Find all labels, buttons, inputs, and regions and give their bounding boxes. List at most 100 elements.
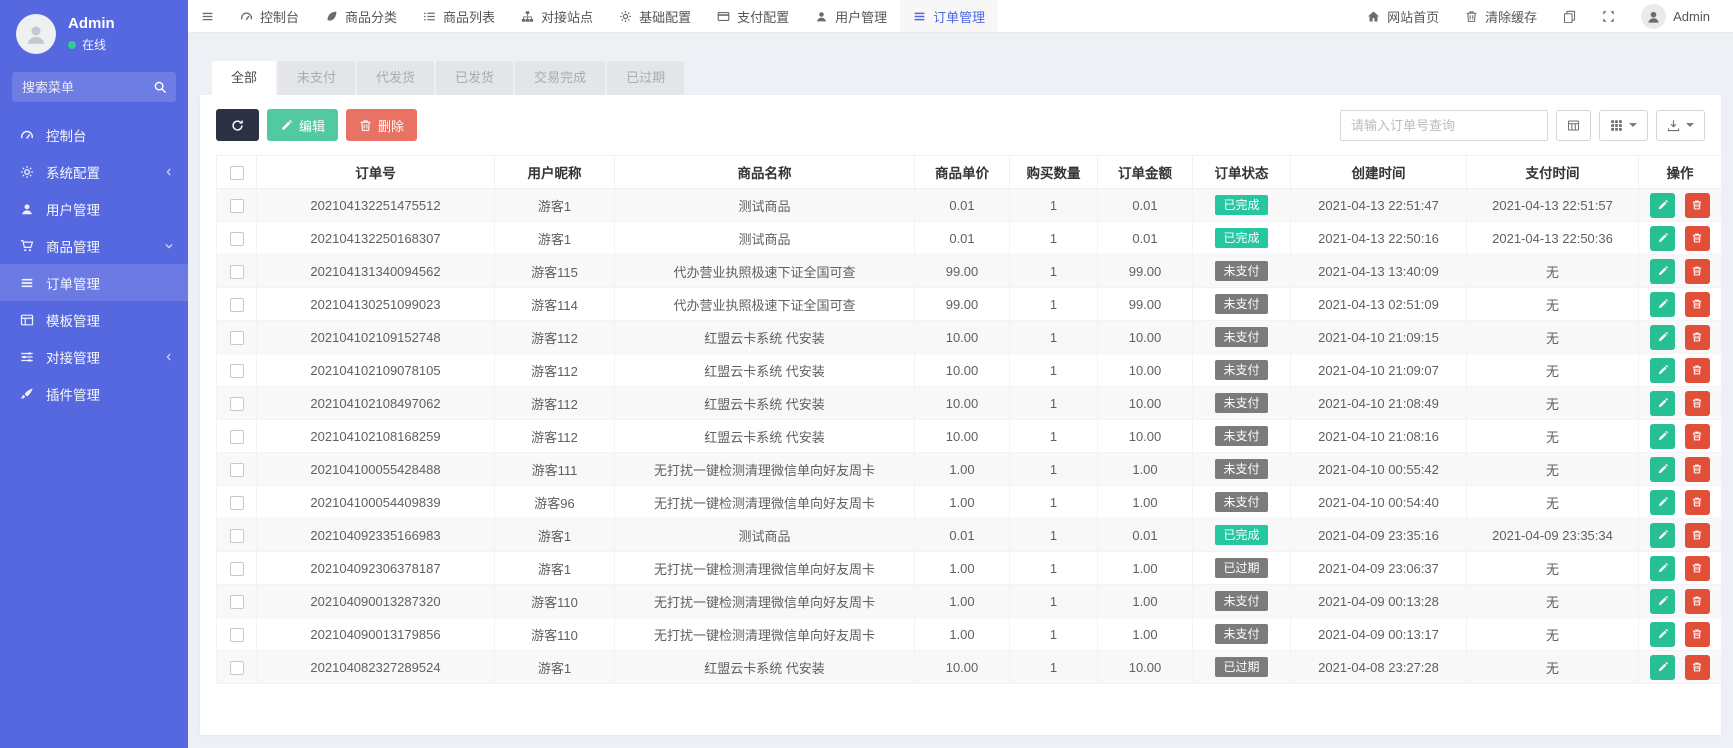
delete-button[interactable]: 删除 (346, 109, 418, 141)
row-checkbox[interactable] (229, 330, 244, 345)
nav-item-product-list[interactable]: 商品列表 (410, 0, 508, 32)
row-edit-button[interactable] (1650, 654, 1676, 680)
tab-expired[interactable]: 已过期 (607, 61, 685, 95)
row-checkbox[interactable] (229, 198, 244, 213)
row-checkbox[interactable] (229, 660, 244, 675)
nav-user-menu[interactable]: Admin (1628, 0, 1723, 32)
sidebar-item-user-management[interactable]: 用户管理 (0, 190, 188, 227)
nav-item-integration-sites[interactable]: 对接站点 (508, 0, 606, 32)
row-delete-button[interactable] (1684, 555, 1710, 581)
search-icon[interactable] (153, 80, 167, 94)
status-badge: 未支付 (1215, 392, 1268, 414)
avatar[interactable] (16, 14, 56, 54)
row-delete-button[interactable] (1684, 423, 1710, 449)
trash-icon (1691, 529, 1703, 541)
row-edit-button[interactable] (1650, 423, 1676, 449)
nav-item-basic-config[interactable]: 基础配置 (606, 0, 704, 32)
row-delete-button[interactable] (1684, 489, 1710, 515)
sidebar-item-order-management[interactable]: 订单管理 (0, 264, 188, 301)
nickname-cell: 游客114 (494, 287, 615, 321)
row-delete-button[interactable] (1684, 621, 1710, 647)
row-delete-button[interactable] (1684, 654, 1710, 680)
row-checkbox[interactable] (229, 396, 244, 411)
table-row: 202104092306378187 游客1 无打扰一键检测清理微信单向好友周卡… (216, 551, 1722, 585)
nav-item-payment-config[interactable]: 支付配置 (704, 0, 802, 32)
row-checkbox[interactable] (229, 594, 244, 609)
order-search-input[interactable] (1340, 109, 1548, 141)
row-edit-button[interactable] (1650, 192, 1676, 218)
row-delete-button[interactable] (1684, 522, 1710, 548)
row-checkbox[interactable] (229, 429, 244, 444)
row-edit-button[interactable] (1650, 456, 1676, 482)
dashboard-icon (20, 128, 34, 142)
nav-item-label: 商品分类 (345, 9, 398, 25)
row-delete-button[interactable] (1684, 390, 1710, 416)
nav-item-product-category[interactable]: 商品分类 (312, 0, 410, 32)
tab-unpaid[interactable]: 未支付 (278, 61, 356, 95)
tab-completed[interactable]: 交易完成 (515, 61, 606, 95)
menu-toggle-button[interactable] (188, 0, 227, 32)
row-delete-button[interactable] (1684, 456, 1710, 482)
sidebar-item-system-config[interactable]: 系统配置 (0, 153, 188, 190)
menu-search-input[interactable] (12, 72, 176, 102)
row-delete-button[interactable] (1684, 192, 1710, 218)
row-edit-button[interactable] (1650, 324, 1676, 350)
leaf-icon (325, 10, 338, 23)
sidebar-item-plugin-management[interactable]: 插件管理 (0, 375, 188, 412)
row-delete-button[interactable] (1684, 258, 1710, 284)
row-checkbox[interactable] (229, 627, 244, 642)
sidebar-item-template-management[interactable]: 模板管理 (0, 301, 188, 338)
sidebar-item-label: 订单管理 (46, 276, 100, 292)
row-edit-button[interactable] (1650, 258, 1676, 284)
row-delete-button[interactable] (1684, 357, 1710, 383)
nav-home-link[interactable]: 网站首页 (1354, 0, 1452, 32)
row-checkbox[interactable] (229, 462, 244, 477)
nav-item-dashboard[interactable]: 控制台 (227, 0, 312, 32)
row-checkbox[interactable] (229, 297, 244, 312)
row-edit-button[interactable] (1650, 357, 1676, 383)
row-checkbox[interactable] (229, 363, 244, 378)
row-checkbox[interactable] (229, 231, 244, 246)
edit-button[interactable]: 编辑 (267, 109, 339, 141)
qty-cell: 1 (1009, 584, 1098, 618)
row-edit-button[interactable] (1650, 390, 1676, 416)
columns-toggle-button[interactable] (1599, 109, 1648, 141)
row-checkbox[interactable] (229, 495, 244, 510)
sidebar-item-product-management[interactable]: 商品管理 (0, 227, 188, 264)
export-button[interactable] (1656, 109, 1705, 141)
nickname-cell: 游客1 (494, 221, 615, 255)
row-delete-button[interactable] (1684, 324, 1710, 350)
row-edit-button[interactable] (1650, 489, 1676, 515)
nav-fullscreen-button[interactable] (1589, 0, 1628, 32)
tab-to-ship[interactable]: 代发货 (357, 61, 435, 95)
row-edit-button[interactable] (1650, 225, 1676, 251)
select-all-checkbox[interactable] (229, 165, 244, 180)
row-checkbox[interactable] (229, 561, 244, 576)
trash-icon (1691, 265, 1703, 277)
sidebar-item-integration-management[interactable]: 对接管理 (0, 338, 188, 375)
row-edit-button[interactable] (1650, 621, 1676, 647)
nav-item-user-management[interactable]: 用户管理 (802, 0, 900, 32)
status-cell: 已完成 (1192, 188, 1291, 222)
row-edit-button[interactable] (1650, 588, 1676, 614)
row-edit-button[interactable] (1650, 522, 1676, 548)
pencil-icon (1657, 529, 1669, 541)
row-delete-button[interactable] (1684, 225, 1710, 251)
nav-pages-button[interactable] (1550, 0, 1589, 32)
table-view-button[interactable] (1556, 109, 1591, 141)
tab-all[interactable]: 全部 (212, 61, 277, 95)
pencil-icon (1657, 265, 1669, 277)
status-badge: 未支付 (1215, 326, 1268, 348)
sidebar-item-dashboard[interactable]: 控制台 (0, 116, 188, 153)
nav-item-order-management[interactable]: 订单管理 (900, 0, 999, 32)
refresh-button[interactable] (216, 109, 259, 141)
tab-shipped[interactable]: 已发货 (436, 61, 514, 95)
row-edit-button[interactable] (1650, 291, 1676, 317)
row-edit-button[interactable] (1650, 555, 1676, 581)
row-checkbox[interactable] (229, 264, 244, 279)
row-checkbox[interactable] (229, 528, 244, 543)
nav-clear-cache-button[interactable]: 清除缓存 (1452, 0, 1550, 32)
checkbox-cell (216, 254, 257, 288)
row-delete-button[interactable] (1684, 291, 1710, 317)
row-delete-button[interactable] (1684, 588, 1710, 614)
